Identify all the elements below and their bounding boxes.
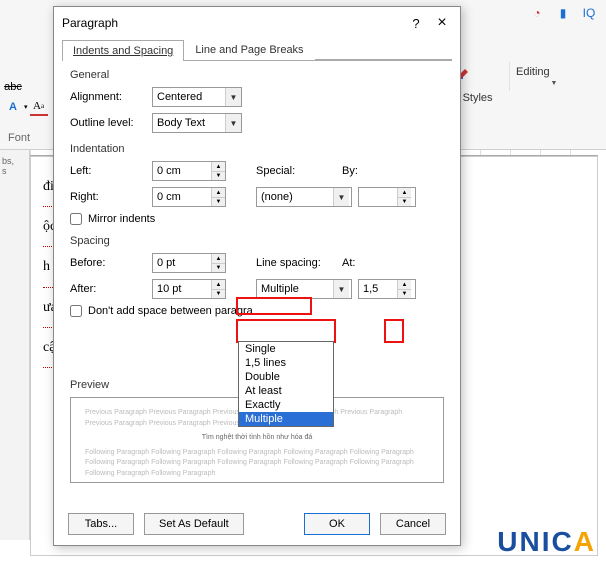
spin-up-icon[interactable]: ▲ [397,188,411,197]
at-field[interactable]: ▲▼ [358,279,416,299]
chevron-down-icon[interactable]: ▼ [225,114,241,132]
tab-line-page-breaks[interactable]: Line and Page Breaks [184,39,314,60]
tabs-button[interactable]: Tabs... [68,513,134,535]
chevron-down-icon[interactable]: ▼ [225,88,241,106]
spin-down-icon[interactable]: ▼ [211,289,225,298]
after-label: After: [70,283,146,295]
strike-icon[interactable]: abc [4,78,22,96]
option-double[interactable]: Double [239,370,333,384]
dialog-title: Paragraph [62,16,400,30]
font-color-icon[interactable]: Aa [30,98,48,116]
group-title-spacing: Spacing [70,235,444,247]
option-multiple[interactable]: Multiple [239,412,333,426]
line-spacing-select[interactable]: ▼ [256,279,352,299]
font-group: abc A ▾ Aa [4,78,48,118]
ribbon-qat: ◔ ▮ IQ [520,0,606,26]
outline-value[interactable] [153,115,225,131]
after-field[interactable]: ▲▼ [152,279,226,299]
alignment-select[interactable]: ▼ [152,87,242,107]
option-single[interactable]: Single [239,342,333,356]
tab-indents-spacing[interactable]: Indents and Spacing [62,40,184,61]
at-label: At: [342,257,422,269]
chevron-down-icon[interactable]: ▼ [333,280,349,298]
paragraph-dialog: Paragraph ? × Indents and Spacing Line a… [53,6,461,546]
option-1-5-lines[interactable]: 1,5 lines [239,356,333,370]
unica-logo: UNICA [497,526,596,558]
spin-down-icon[interactable]: ▼ [397,289,411,298]
editing-label: Editing [516,66,592,78]
by-label: By: [342,165,422,177]
notification-icon[interactable]: ◔ [528,4,546,22]
chevron-down-icon[interactable]: ▼ [333,188,349,206]
before-label: Before: [70,257,146,269]
mirror-indents-checkbox[interactable]: Mirror indents [70,213,444,225]
special-select[interactable]: ▼ [256,187,352,207]
editing-group-button[interactable]: Editing ▼ [509,62,598,91]
spin-down-icon[interactable]: ▼ [211,263,225,272]
group-spacing: Spacing Before: ▲▼ Line spacing: At: Aft… [70,235,444,317]
line-spacing-dropdown-list[interactable]: Single 1,5 lines Double At least Exactly… [238,341,334,427]
spin-up-icon[interactable]: ▲ [211,188,225,197]
chevron-down-icon: ▼ [551,80,558,87]
help-button[interactable]: ? [406,13,426,33]
dialog-button-bar: Tabs... Set As Default OK Cancel [54,503,460,545]
special-label: Special: [256,165,336,177]
text-effects-icon[interactable]: A [4,98,22,116]
alignment-label: Alignment: [70,91,146,103]
outline-select[interactable]: ▼ [152,113,242,133]
spin-up-icon[interactable]: ▲ [211,254,225,263]
cancel-button[interactable]: Cancel [380,513,446,535]
dont-add-space-checkbox[interactable]: Don't add space between paragra [70,305,444,317]
indent-left-label: Left: [70,165,146,177]
spin-down-icon[interactable]: ▼ [397,197,411,206]
dialog-titlebar[interactable]: Paragraph ? × [54,7,460,39]
before-field[interactable]: ▲▼ [152,253,226,273]
spin-up-icon[interactable]: ▲ [211,162,225,171]
search-icon[interactable]: IQ [580,4,598,22]
spin-up-icon[interactable]: ▲ [397,280,411,289]
alignment-value[interactable] [153,89,225,105]
group-title-general: General [70,69,444,81]
outline-label: Outline level: [70,117,146,129]
spin-up-icon[interactable]: ▲ [211,280,225,289]
group-title-indentation: Indentation [70,143,444,155]
indent-right-field[interactable]: ▲▼ [152,187,226,207]
spin-down-icon[interactable]: ▼ [211,197,225,206]
ok-button[interactable]: OK [304,513,370,535]
option-exactly[interactable]: Exactly [239,398,333,412]
set-default-button[interactable]: Set As Default [144,513,244,535]
indent-right-label: Right: [70,191,146,203]
option-at-least[interactable]: At least [239,384,333,398]
bookmark-icon[interactable]: ▮ [554,4,572,22]
close-button[interactable]: × [432,13,452,33]
indent-left-field[interactable]: ▲▼ [152,161,226,181]
group-indentation: Indentation Left: ▲▼ Special: By: Right:… [70,143,444,225]
group-general: General Alignment: ▼ Outline level: ▼ [70,69,444,133]
by-field[interactable]: ▲▼ [358,187,416,207]
highlight-at-spinner [384,319,404,343]
highlight-line-spacing-field [236,319,336,343]
line-spacing-label: Line spacing: [256,257,336,269]
spin-down-icon[interactable]: ▼ [211,171,225,180]
navigation-pane-collapsed[interactable]: bs, s [0,150,30,540]
font-group-label: Font [8,132,30,144]
